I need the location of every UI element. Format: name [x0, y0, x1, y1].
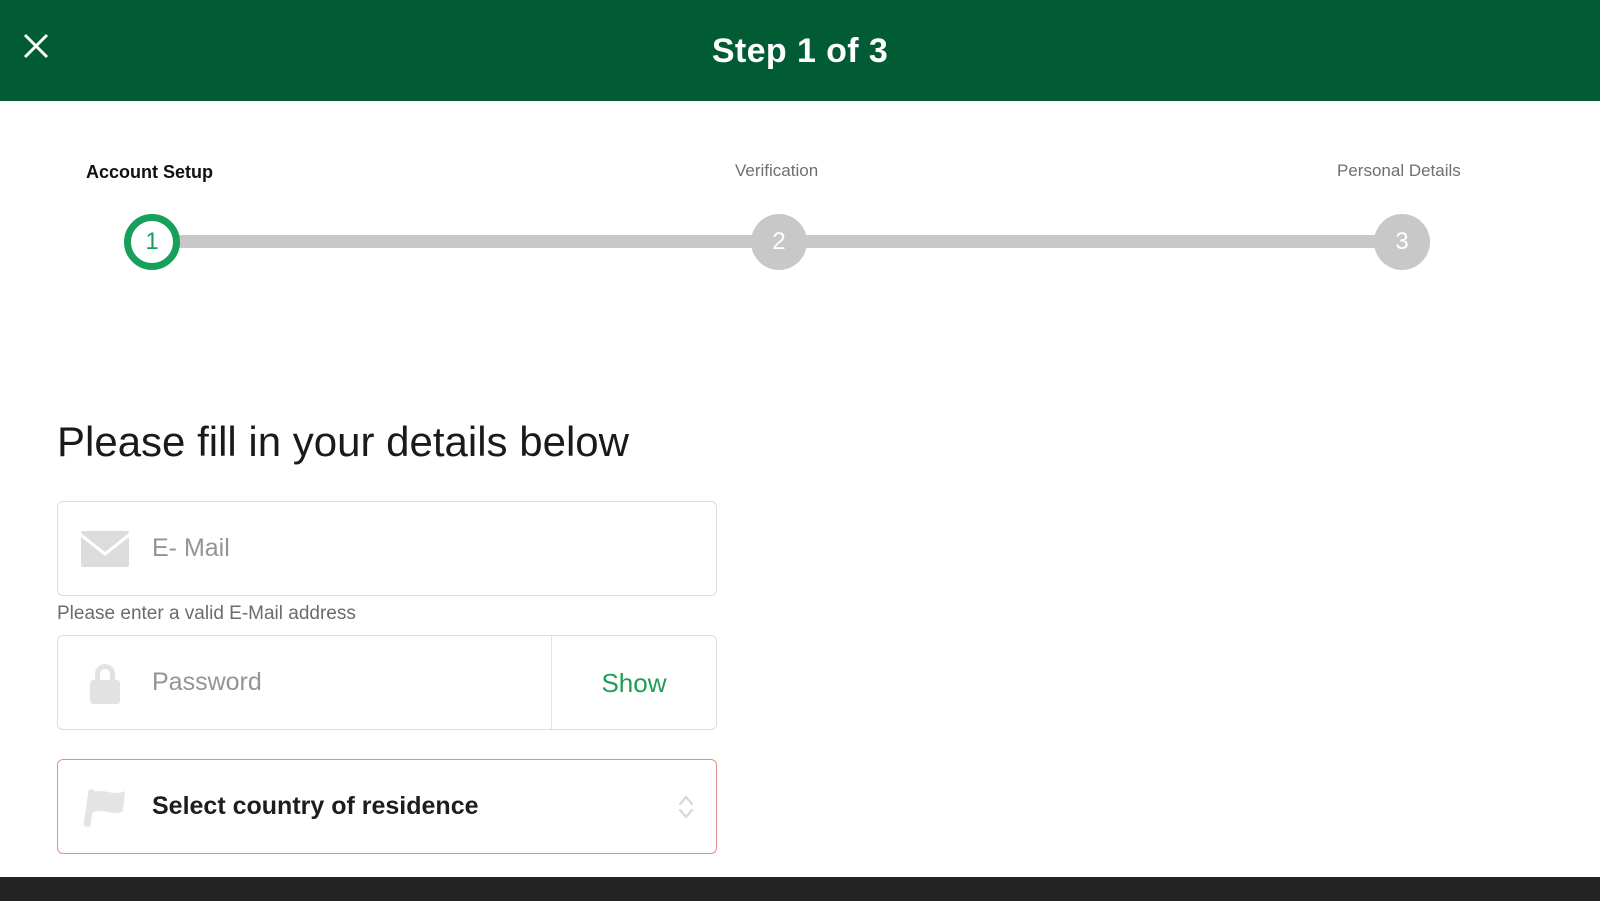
progress-stepper: Account Setup Verification Personal Deta… [0, 101, 1600, 286]
flag-icon [58, 783, 152, 831]
email-helper-text: Please enter a valid E-Mail address [57, 603, 356, 624]
country-select[interactable]: Select country of residence [57, 759, 717, 854]
stepper-node-2[interactable]: 2 [743, 206, 815, 278]
stepper-label-2: Verification [735, 161, 819, 180]
password-show-toggle[interactable]: Show [552, 670, 716, 696]
email-field[interactable]: E- Mail [57, 501, 717, 596]
page-title: Step 1 of 3 [711, 31, 889, 70]
stepper-node-1-number: 1 [145, 228, 159, 255]
modal-header: Step 1 of 3 [0, 0, 1600, 101]
stepper-node-3-number: 3 [1395, 228, 1409, 255]
form-heading: Please fill in your details below [57, 418, 629, 465]
stepper-label-3: Personal Details [1337, 161, 1461, 180]
email-input-placeholder: E- Mail [152, 534, 230, 562]
envelope-icon [58, 530, 152, 568]
stepper-node-2-number: 2 [772, 228, 786, 255]
close-icon [21, 31, 51, 61]
stepper-label-1: Account Setup [86, 162, 214, 182]
stepper-track-area: 1 2 3 [0, 194, 1600, 286]
modal-body: Account Setup Verification Personal Deta… [0, 101, 1600, 876]
close-button[interactable] [16, 26, 56, 66]
password-field[interactable]: Password Show [57, 635, 717, 730]
stepper-node-1[interactable]: 1 [123, 213, 195, 285]
stepper-labels: Account Setup Verification Personal Deta… [0, 101, 1600, 181]
stepper-node-3[interactable]: 3 [1366, 206, 1438, 278]
chevron-up-down-icon [656, 792, 716, 822]
password-input-placeholder: Password [152, 668, 262, 696]
stepper-node-halo [123, 213, 195, 285]
bottom-bar [0, 877, 1600, 901]
country-select-value: Select country of residence [152, 792, 479, 820]
signup-form: E- Mail Please enter a valid E-Mail addr… [57, 501, 717, 854]
lock-icon [58, 659, 152, 707]
